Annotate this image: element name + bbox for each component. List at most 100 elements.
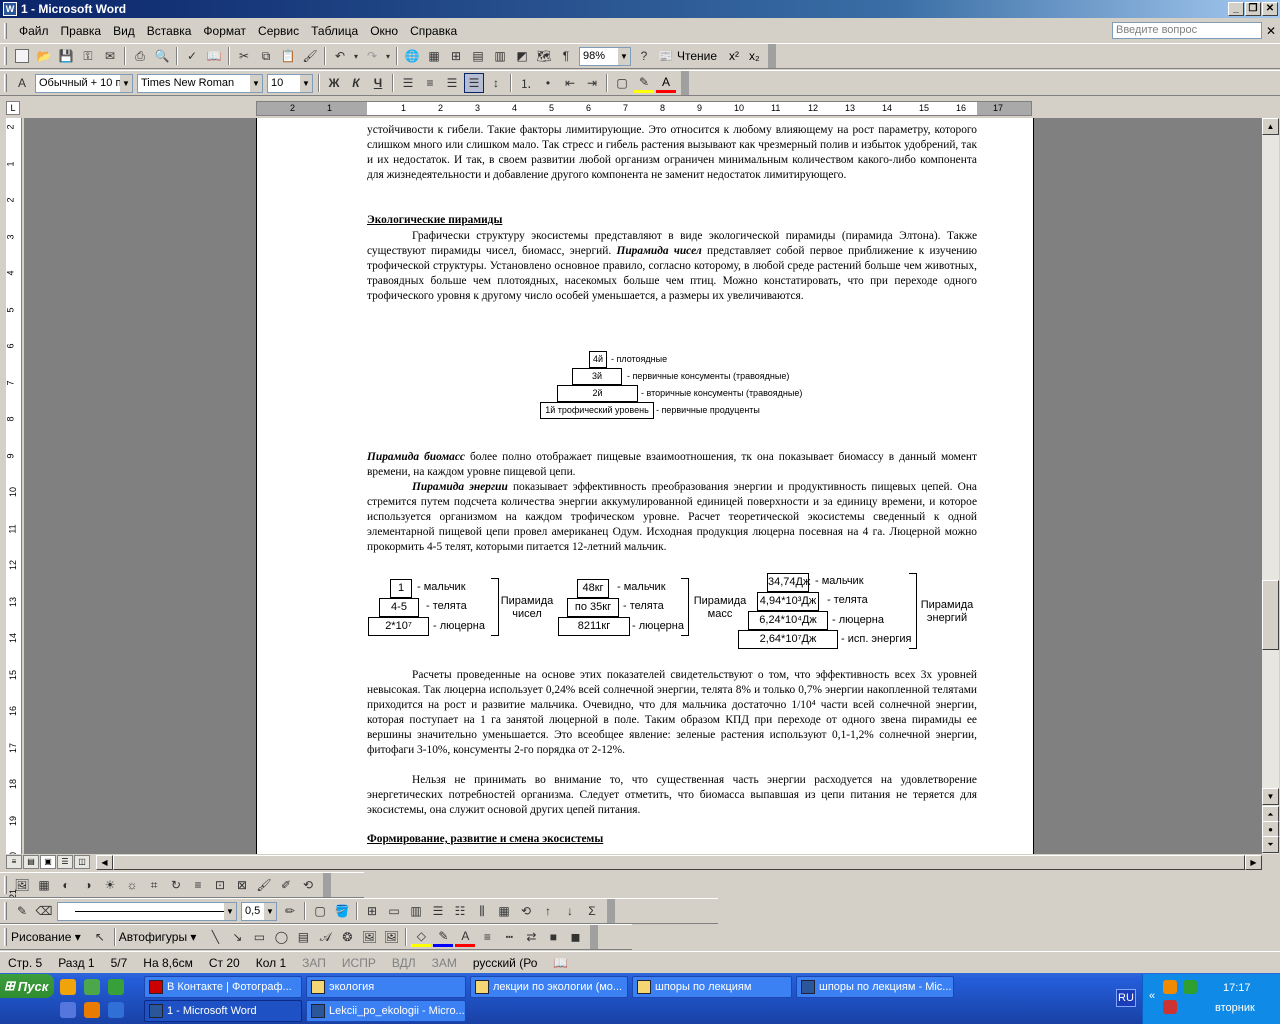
spelling-icon[interactable]: ✓ (182, 46, 202, 66)
insert-table-icon[interactable]: ⊞ (446, 46, 466, 66)
format-painter-icon[interactable]: 🖌 (300, 46, 320, 66)
taskbar-button-shpory-word[interactable]: шпоры по лекциям - Mic... (796, 976, 954, 998)
paragraph[interactable]: Пирамида биомасс более полно отображает … (367, 450, 977, 480)
taskbar-button-vk[interactable]: В Контакте | Фотограф... (144, 976, 302, 998)
menu-window[interactable]: Окно (364, 24, 404, 38)
help-icon[interactable]: ? (634, 46, 654, 66)
text-wrapping-icon[interactable]: ⊠ (232, 875, 252, 895)
tables-borders-icon[interactable]: ▦ (424, 46, 444, 66)
font-combo[interactable]: Times New Roman ▼ (137, 73, 263, 93)
italic-button[interactable]: К (346, 73, 366, 93)
chevron-down-icon[interactable]: ▼ (120, 74, 132, 92)
align-right-icon[interactable]: ☰ (442, 73, 462, 93)
print-icon[interactable]: ⎙ (130, 46, 150, 66)
color-icon[interactable]: ▦ (34, 875, 54, 895)
insert-picture-icon[interactable]: 🖼 (12, 875, 32, 895)
toolbar-grip[interactable] (4, 876, 7, 894)
status-rec[interactable]: ЗАП (294, 956, 334, 970)
paragraph[interactable]: Графически структуру экосистемы представ… (367, 229, 977, 304)
insert-excel-icon[interactable]: ▤ (468, 46, 488, 66)
email-icon[interactable]: ✉ (100, 46, 120, 66)
columns-icon[interactable]: ▥ (490, 46, 510, 66)
more-brightness-icon[interactable]: ☀ (100, 875, 120, 895)
close-document-button[interactable]: ✕ (1266, 24, 1276, 38)
status-language[interactable]: русский (Ро (465, 956, 546, 970)
shading-color-icon[interactable]: 🪣 (332, 901, 352, 921)
more-contrast-icon[interactable]: ◐ (56, 875, 76, 895)
paste-icon[interactable]: 📋 (278, 46, 298, 66)
print-preview-icon[interactable]: 🔍 (152, 46, 172, 66)
3d-style-icon[interactable]: ◼ (565, 927, 585, 947)
copy-icon[interactable]: ⧉ (256, 46, 276, 66)
read-mode-icon[interactable]: 📰 (656, 46, 676, 66)
sort-descending-icon[interactable]: ↓ (560, 901, 580, 921)
outline-view-button[interactable]: ☰ (57, 855, 73, 869)
quicklaunch-icon[interactable] (60, 1002, 76, 1018)
toolbar-grip[interactable] (4, 74, 7, 92)
language-indicator[interactable]: RU (1116, 989, 1136, 1007)
document-map-icon[interactable]: 🗺 (534, 46, 554, 66)
clock-time[interactable]: 17:17 (1223, 982, 1251, 994)
paragraph[interactable]: Нельзя не принимать во внимание то, что … (367, 773, 977, 818)
status-track[interactable]: ИСПР (334, 956, 384, 970)
ask-question-input[interactable]: Введите вопрос (1112, 22, 1262, 39)
menu-insert[interactable]: Вставка (141, 24, 198, 38)
less-brightness-icon[interactable]: ☼ (122, 875, 142, 895)
hyperlink-icon[interactable]: 🌐 (402, 46, 422, 66)
undo-dropdown-icon[interactable]: ▾ (352, 46, 360, 66)
shadow-style-icon[interactable]: ■ (543, 927, 563, 947)
start-button[interactable]: ⊞ Пуск (0, 974, 54, 998)
dash-style-icon[interactable]: ┅ (499, 927, 519, 947)
superscript-button[interactable]: x² (729, 49, 739, 63)
open-folder-icon[interactable]: 📂 (34, 46, 54, 66)
taskbar-button-word-active[interactable]: 1 - Microsoft Word (144, 1000, 302, 1022)
line-spacing-icon[interactable]: ↕ (486, 73, 506, 93)
cut-icon[interactable]: ✂ (234, 46, 254, 66)
quicklaunch-icon[interactable] (108, 979, 124, 995)
decrease-indent-icon[interactable]: ⇤ (560, 73, 580, 93)
quicklaunch-icon[interactable] (60, 979, 76, 995)
chevron-down-icon[interactable]: ▼ (300, 74, 312, 92)
menu-grip[interactable] (4, 23, 7, 39)
font-color-icon[interactable]: A (656, 73, 676, 93)
rectangle-icon[interactable]: ▭ (249, 927, 269, 947)
redo-dropdown-icon[interactable]: ▾ (384, 46, 392, 66)
text-box-icon[interactable]: ▤ (293, 927, 313, 947)
arrow-style-icon[interactable]: ⇄ (521, 927, 541, 947)
chevron-down-icon[interactable]: ▼ (250, 74, 262, 92)
zoom-combo[interactable]: 98% ▼ (579, 46, 631, 66)
taskbar-button-lekcii[interactable]: Lekcii_po_ekologii - Micro... (306, 1000, 466, 1022)
minimize-button[interactable]: _ (1228, 2, 1244, 16)
taskbar-button-shpory[interactable]: шпоры по лекциям (632, 976, 792, 998)
toolbar-options[interactable] (590, 925, 599, 949)
next-page-button[interactable]: ⏷ (1262, 836, 1279, 853)
menu-help[interactable]: Справка (404, 24, 463, 38)
close-button[interactable]: ✕ (1262, 2, 1278, 16)
justify-icon[interactable]: ☰ (464, 73, 484, 93)
tray-volume-icon[interactable] (1163, 1000, 1177, 1014)
distribute-rows-icon[interactable]: ☷ (450, 901, 470, 921)
tray-expand-icon[interactable]: « (1149, 990, 1155, 1002)
drawing-menu-button[interactable]: Рисование ▾ (11, 930, 81, 944)
quicklaunch-icon[interactable] (84, 979, 100, 995)
document-area[interactable]: устойчивости к гибели. Такие факторы лим… (24, 118, 1262, 854)
toolbar-grip[interactable] (4, 902, 7, 920)
subscript-button[interactable]: x₂ (749, 49, 760, 63)
align-center-icon[interactable]: ≡ (420, 73, 440, 93)
fill-color-icon[interactable]: ◇ (411, 927, 432, 947)
research-icon[interactable]: 📖 (204, 46, 224, 66)
vertical-scrollbar[interactable]: ▲ ▼ ⏶ ● ⏷ (1262, 118, 1279, 854)
line-style-combo[interactable]: ▼ (57, 901, 237, 921)
font-color-icon[interactable]: A (455, 927, 476, 947)
toolbar-options[interactable] (607, 899, 615, 923)
menu-table[interactable]: Таблица (305, 24, 364, 38)
clipart-icon[interactable]: 🖼 (359, 927, 379, 947)
wordart-icon[interactable]: 𝒜 (315, 927, 335, 947)
permission-icon[interactable]: ⚿ (78, 46, 98, 66)
bullets-icon[interactable]: • (538, 73, 558, 93)
status-overtype[interactable]: ЗАМ (424, 956, 465, 970)
line-weight-combo[interactable]: 0,5 ▼ (241, 901, 277, 921)
set-transparent-icon[interactable]: ✐ (276, 875, 296, 895)
menu-format[interactable]: Формат (197, 24, 252, 38)
chevron-down-icon[interactable]: ▼ (264, 902, 276, 920)
